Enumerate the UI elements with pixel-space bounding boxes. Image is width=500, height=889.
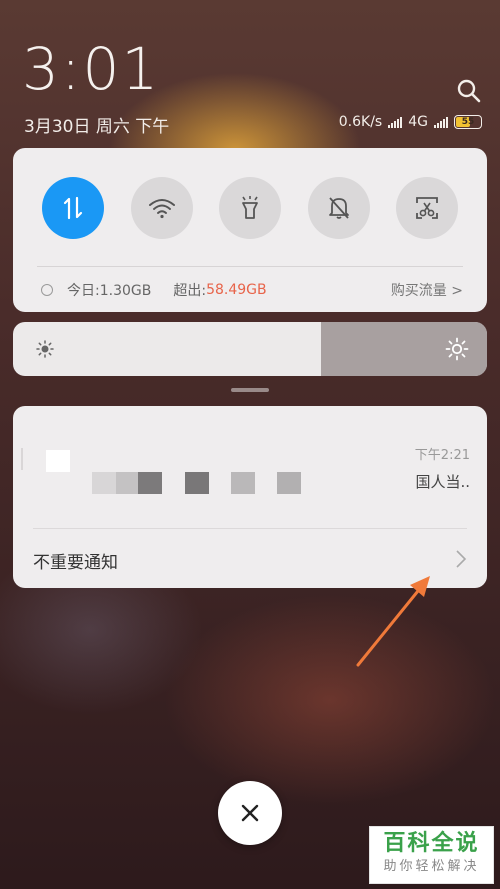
network-type: 4G bbox=[408, 114, 428, 130]
stack-edge bbox=[21, 448, 23, 470]
watermark-logo: 百科全说 助你轻松解决 bbox=[369, 826, 494, 884]
brightness-slider[interactable] bbox=[13, 322, 487, 376]
screenshot-toggle[interactable] bbox=[396, 177, 458, 239]
mobile-data-toggle[interactable] bbox=[42, 177, 104, 239]
data-usage-row: 今日:1.30GB 超出: 58.49GB 购买流量 > bbox=[41, 278, 463, 302]
redacted-block bbox=[116, 472, 140, 494]
notification-divider bbox=[33, 528, 467, 529]
notification-text: 国人当.. bbox=[415, 473, 470, 491]
toggle-row bbox=[42, 177, 458, 239]
watermark-title: 百科全说 bbox=[383, 831, 480, 856]
battery-icon: 55 bbox=[454, 115, 482, 129]
mute-toggle[interactable] bbox=[307, 177, 370, 239]
scissors-screenshot-icon bbox=[416, 197, 438, 219]
battery-level: 55 bbox=[461, 117, 475, 127]
net-speed: 0.6K/s bbox=[338, 114, 383, 130]
mobile-data-icon bbox=[63, 196, 83, 220]
chevron-right-icon[interactable] bbox=[455, 549, 467, 569]
signal-icon-2 bbox=[434, 116, 448, 128]
brightness-high-icon bbox=[445, 337, 469, 361]
close-icon bbox=[241, 804, 259, 822]
clock: 3:01 bbox=[22, 35, 161, 103]
notification-time: 下午2:21 bbox=[414, 448, 470, 463]
flashlight-toggle[interactable] bbox=[219, 177, 281, 239]
quick-settings-panel: 今日:1.30GB 超出: 58.49GB 购买流量 > bbox=[13, 148, 487, 312]
wifi-toggle[interactable] bbox=[130, 177, 193, 239]
wifi-icon bbox=[148, 199, 175, 219]
annotation-arrow bbox=[356, 576, 430, 667]
buy-data-link[interactable]: 购买流量 > bbox=[391, 280, 463, 300]
date-label: 3月30日 周六 下午 bbox=[24, 117, 170, 137]
redacted-block bbox=[231, 472, 255, 494]
drag-handle[interactable] bbox=[231, 388, 269, 392]
close-button[interactable] bbox=[218, 781, 282, 845]
today-usage: 今日:1.30GB bbox=[67, 283, 152, 299]
notification-card[interactable]: 下午2:21 国人当.. 不重要通知 bbox=[13, 406, 487, 588]
flashlight-icon bbox=[242, 196, 258, 219]
unimportant-notifications-label[interactable]: 不重要通知 bbox=[33, 548, 118, 573]
redacted-block bbox=[185, 472, 209, 494]
data-usage-icon bbox=[41, 284, 53, 296]
status-indicators: 0.6K/s 4G 55 bbox=[339, 114, 482, 130]
bell-off-icon bbox=[328, 197, 349, 219]
over-label: 超出: bbox=[173, 283, 207, 299]
search-icon[interactable] bbox=[456, 78, 482, 104]
watermark-subtitle: 助你轻松解决 bbox=[383, 859, 480, 874]
over-value: 58.49GB bbox=[206, 282, 267, 298]
signal-icon bbox=[388, 116, 403, 128]
divider bbox=[37, 266, 463, 267]
redacted-block bbox=[92, 472, 116, 494]
redacted-block bbox=[138, 472, 162, 494]
app-icon bbox=[46, 450, 70, 472]
brightness-low-icon bbox=[36, 340, 54, 358]
redacted-block bbox=[277, 472, 301, 494]
